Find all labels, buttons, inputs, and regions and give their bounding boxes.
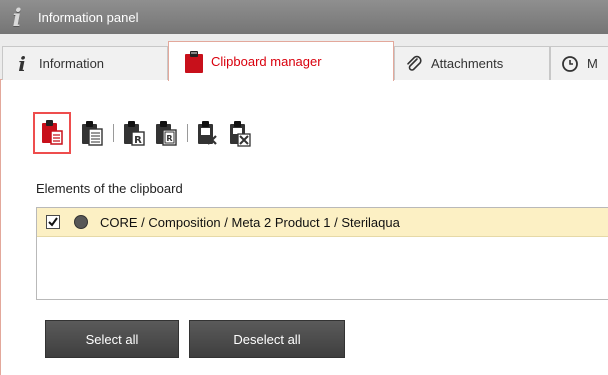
tab-label: M [587, 56, 598, 71]
svg-text:R: R [166, 134, 172, 143]
tab-bar: i Information Clipboard manager Attachme… [0, 34, 608, 81]
info-icon: i [18, 51, 26, 76]
copy-list-button[interactable] [77, 118, 107, 150]
svg-text:R: R [134, 135, 142, 146]
toolbar-separator [113, 124, 114, 142]
tab-information[interactable]: i Information [2, 46, 168, 80]
toolbar-separator [187, 124, 188, 142]
clipboard-delete-all-icon [228, 119, 252, 150]
item-path: CORE / Composition / Meta 2 Product 1 / … [100, 214, 400, 230]
delete-all-button[interactable] [225, 118, 255, 150]
tab-clipboard-manager[interactable]: Clipboard manager [168, 41, 394, 81]
list-item[interactable]: CORE / Composition / Meta 2 Product 1 / … [37, 208, 608, 237]
tab-label: Attachments [431, 56, 504, 71]
title-bar: i Information panel [0, 0, 608, 34]
paperclip-icon [403, 55, 425, 73]
clipboard-toolbar: R R [1, 112, 401, 154]
status-dot-icon [74, 215, 88, 229]
clipboard-paste-icon [40, 118, 64, 149]
window-title: Information panel [38, 10, 139, 25]
clipboard-icon [183, 50, 205, 74]
item-checkbox[interactable] [46, 215, 60, 229]
checkmark-icon [48, 217, 58, 227]
tab-label: Clipboard manager [211, 54, 322, 69]
clipboard-list-icon [80, 119, 104, 150]
clipboard-section-label: Elements of the clipboard [36, 181, 183, 196]
tab-attachments[interactable]: Attachments [394, 46, 550, 80]
tab-label: Information [39, 56, 105, 71]
clipboard-list: CORE / Composition / Meta 2 Product 1 / … [36, 207, 608, 300]
tab-more[interactable]: M [550, 46, 608, 80]
clipboard-delete-icon [196, 119, 220, 150]
clipboard-r-icon: R [122, 119, 146, 150]
clipboard-r-outline-icon: R [154, 119, 178, 150]
info-icon: i [12, 2, 22, 32]
clipboard-manager-panel: R R Elements of the clipboard CORE / Com… [0, 80, 608, 375]
delete-button[interactable] [193, 118, 223, 150]
paste-reference-button[interactable]: R [119, 118, 149, 150]
clock-icon [559, 55, 581, 73]
deselect-all-button[interactable]: Deselect all [189, 320, 345, 358]
paste-button[interactable] [33, 112, 71, 154]
select-all-button[interactable]: Select all [45, 320, 179, 358]
paste-reference-all-button[interactable]: R [151, 118, 181, 150]
